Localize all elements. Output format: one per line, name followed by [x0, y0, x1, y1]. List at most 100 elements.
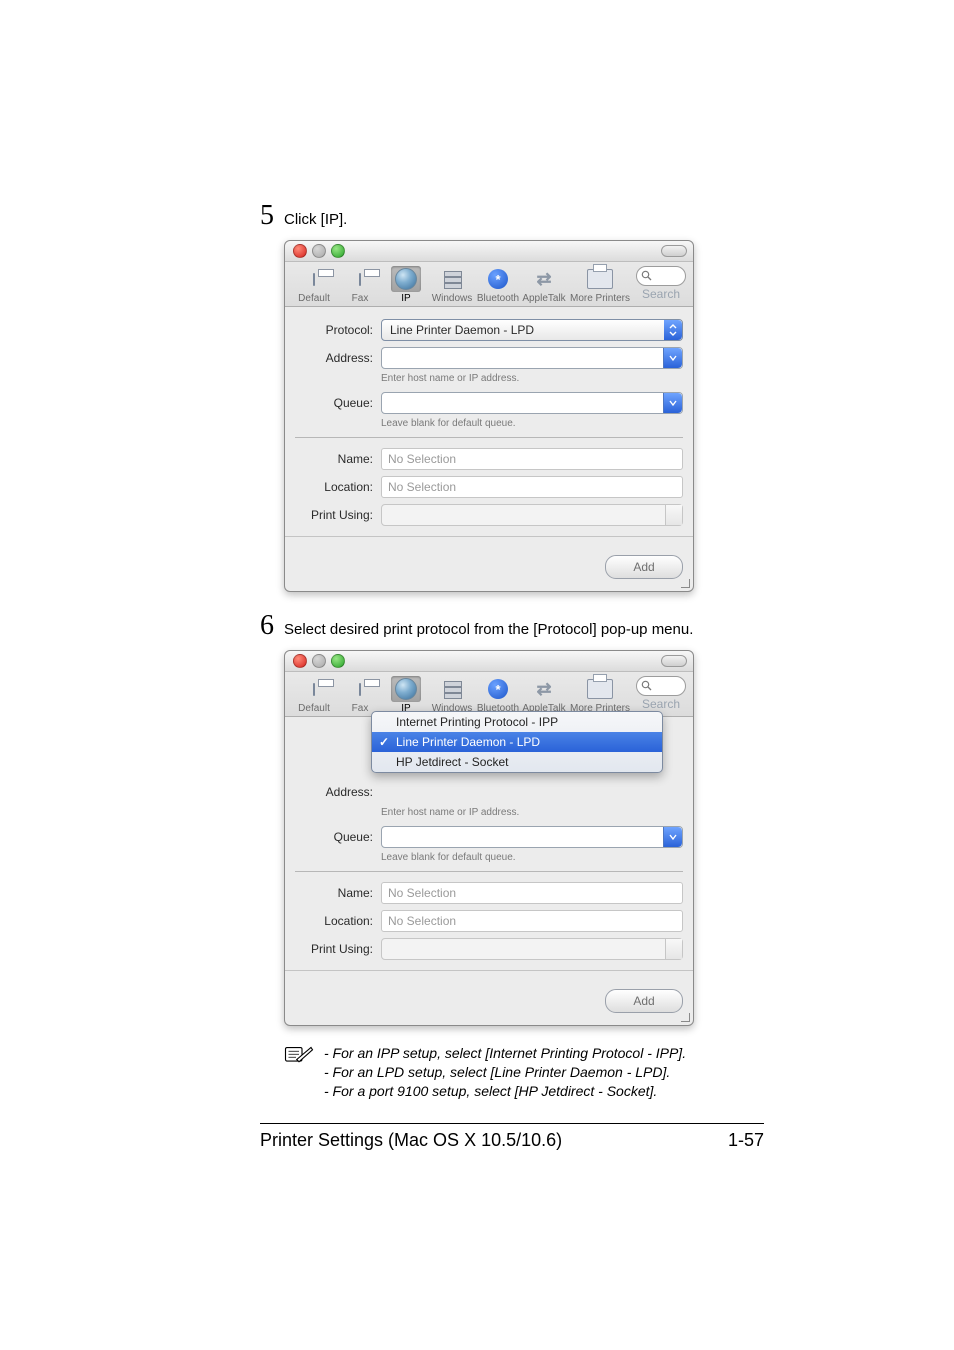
resize-handle-icon[interactable]: [680, 1012, 690, 1022]
toolbar-default[interactable]: Default: [291, 676, 337, 714]
toolbar-appletalk[interactable]: ⇄AppleTalk: [521, 676, 567, 714]
toolbar-toggle-pill[interactable]: [661, 245, 687, 257]
protocol-value: Line Printer Daemon - LPD: [390, 323, 534, 337]
toolbar-fax-label: Fax: [352, 704, 369, 714]
toolbar-bluetooth[interactable]: * Bluetooth: [475, 266, 521, 304]
toolbar-fax-label: Fax: [352, 294, 369, 304]
stepper-icon: [665, 505, 682, 525]
divider: [285, 970, 693, 971]
toolbar: Default Fax IP Windows * Bluetooth ⇄ App…: [285, 262, 693, 307]
page-footer: Printer Settings (Mac OS X 10.5/10.6) 1-…: [260, 1130, 764, 1151]
toolbar-search[interactable]: Search: [629, 676, 687, 710]
combo-arrow-icon: [663, 348, 682, 368]
queue-hint: Leave blank for default queue.: [295, 852, 683, 863]
printer-icon: [313, 274, 315, 285]
address-label: Address:: [295, 351, 381, 365]
printusing-label: Print Using:: [295, 942, 381, 956]
minimize-icon: [312, 244, 326, 258]
location-label: Location:: [295, 480, 381, 494]
toolbar-default-label: Default: [298, 294, 330, 304]
name-label: Name:: [295, 886, 381, 900]
toolbar-appletalk[interactable]: ⇄ AppleTalk: [521, 266, 567, 304]
check-icon: ✓: [379, 735, 389, 749]
toolbar-windows[interactable]: Windows: [429, 266, 475, 304]
step-5: 5 Click [IP].: [260, 200, 764, 232]
printer-icon: [313, 684, 315, 695]
queue-label: Queue:: [295, 830, 381, 844]
more-printers-icon: [587, 269, 613, 289]
zoom-icon[interactable]: [331, 244, 345, 258]
footer-page-number: 1-57: [728, 1130, 764, 1151]
close-icon[interactable]: [293, 654, 307, 668]
add-button: Add: [605, 555, 683, 579]
toolbar-windows[interactable]: Windows: [429, 676, 475, 714]
note-block: - For an IPP setup, select [Internet Pri…: [284, 1044, 764, 1101]
popup-item-socket[interactable]: HP Jetdirect - Socket: [372, 752, 662, 772]
location-field[interactable]: No Selection: [381, 910, 683, 932]
printusing-select: [381, 504, 683, 526]
step-6: 6 Select desired print protocol from the…: [260, 610, 764, 642]
fax-icon: [359, 274, 361, 285]
toolbar-search[interactable]: Search: [629, 266, 687, 300]
toolbar-default[interactable]: Default: [291, 266, 337, 304]
toolbar-toggle-pill[interactable]: [661, 655, 687, 667]
toolbar-bluetooth[interactable]: *Bluetooth: [475, 676, 521, 714]
note-line-2: - For an LPD setup, select [Line Printer…: [324, 1063, 686, 1082]
printusing-select: [381, 938, 683, 960]
globe-icon: [395, 268, 417, 290]
toolbar-ip[interactable]: IP: [383, 266, 429, 304]
toolbar-ip-label: IP: [401, 294, 410, 304]
toolbar-search-label: Search: [642, 698, 680, 710]
bluetooth-icon: *: [488, 269, 508, 289]
toolbar-default-label: Default: [298, 704, 330, 714]
location-field[interactable]: No Selection: [381, 476, 683, 498]
divider: [285, 536, 693, 537]
popup-item-ipp[interactable]: Internet Printing Protocol - IPP: [372, 712, 662, 732]
printusing-label: Print Using:: [295, 508, 381, 522]
more-printers-icon: [587, 679, 613, 699]
toolbar-more-label: More Printers: [570, 294, 630, 304]
window-titlebar[interactable]: [285, 651, 693, 672]
toolbar-more-printers[interactable]: More Printers: [571, 676, 629, 714]
queue-input[interactable]: [381, 826, 683, 848]
address-input[interactable]: [381, 347, 683, 369]
footer-separator: [260, 1123, 764, 1124]
zoom-icon[interactable]: [331, 654, 345, 668]
address-hint: Enter host name or IP address.: [295, 373, 683, 384]
search-icon: [641, 680, 652, 691]
popup-item-lpd[interactable]: ✓Line Printer Daemon - LPD: [372, 732, 662, 752]
step-6-text: Select desired print protocol from the […: [284, 621, 693, 638]
toolbar-ip[interactable]: IP: [383, 676, 429, 714]
name-field[interactable]: No Selection: [381, 882, 683, 904]
toolbar-more-printers[interactable]: More Printers: [571, 266, 629, 304]
protocol-popup-menu[interactable]: Internet Printing Protocol - IPP ✓Line P…: [371, 711, 663, 773]
combo-arrow-icon: [663, 827, 682, 847]
note-line-3: - For a port 9100 setup, select [HP Jetd…: [324, 1082, 686, 1101]
toolbar-appletalk-label: AppleTalk: [522, 294, 565, 304]
note-icon: [284, 1044, 314, 1066]
add-printer-dialog-1: Default Fax IP Windows * Bluetooth ⇄ App…: [284, 240, 694, 592]
step-6-number: 6: [260, 610, 274, 642]
window-titlebar[interactable]: [285, 241, 693, 262]
toolbar-fax[interactable]: Fax: [337, 676, 383, 714]
location-value: No Selection: [388, 480, 456, 494]
bluetooth-icon: *: [488, 679, 508, 699]
protocol-label: Protocol:: [295, 323, 381, 337]
toolbar-fax[interactable]: Fax: [337, 266, 383, 304]
add-button-label: Add: [633, 994, 654, 1008]
search-icon: [641, 270, 652, 281]
close-icon[interactable]: [293, 244, 307, 258]
appletalk-icon: ⇄: [536, 269, 551, 290]
location-value: No Selection: [388, 914, 456, 928]
divider: [295, 871, 683, 872]
add-button-label: Add: [633, 560, 654, 574]
resize-handle-icon[interactable]: [680, 578, 690, 588]
step-5-number: 5: [260, 200, 274, 232]
combo-arrow-icon: [663, 393, 682, 413]
queue-input[interactable]: [381, 392, 683, 414]
name-field[interactable]: No Selection: [381, 448, 683, 470]
protocol-select[interactable]: Line Printer Daemon - LPD: [381, 319, 683, 341]
windows-icon: [441, 681, 463, 697]
name-value: No Selection: [388, 886, 456, 900]
form-area: Protocol: Line Printer Daemon - LPD Addr…: [285, 307, 693, 543]
